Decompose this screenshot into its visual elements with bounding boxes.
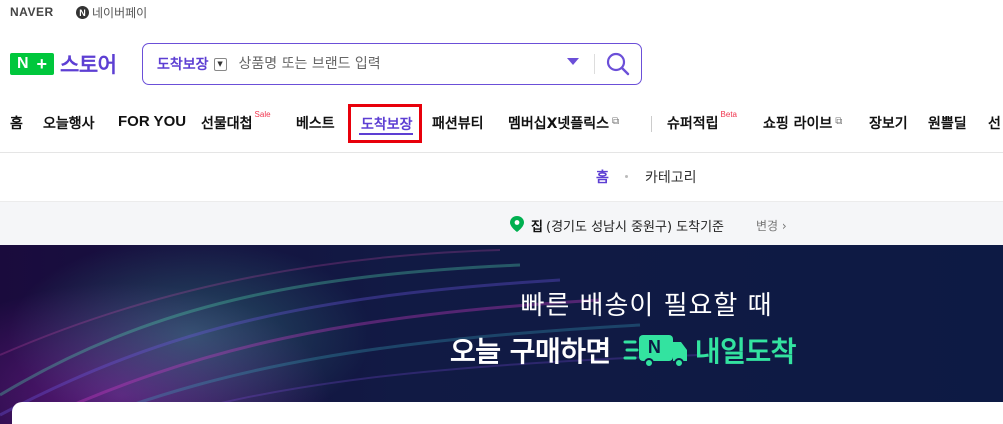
nav-label-active: 도착보장 — [361, 117, 413, 133]
content-card-top — [12, 402, 1003, 424]
nav-label: 장보기 — [869, 116, 908, 132]
delivery-location-bar: 집 (경기도 성남시 중원구) 도착기준 변경 › — [0, 201, 1003, 245]
naver-pay-icon: N — [76, 6, 89, 19]
search-input[interactable] — [238, 56, 539, 72]
search-category-label: 도착보장 — [157, 57, 209, 73]
nav-item-one-plus-deal[interactable]: 원쁠딜 — [928, 113, 967, 133]
location-pin-icon — [510, 216, 524, 232]
location-change-button[interactable]: 변경 › — [756, 217, 787, 234]
top-bar: NAVER N 네이버페이 — [0, 0, 1003, 26]
banner-headline: 빠른 배송이 필요할 때 — [520, 291, 773, 321]
nav-label: 원쁠딜 — [928, 116, 967, 132]
active-underline — [359, 133, 413, 135]
nav-item-membership-netflix[interactable]: 멤버십X넷플릭스 ⧉ — [508, 113, 619, 133]
banner-highlight: 내일도착 — [694, 335, 797, 368]
nav-item-best[interactable]: 베스트 — [296, 113, 335, 133]
location-label: 집 — [531, 220, 543, 235]
nav-item-for-you[interactable]: FOR YOU — [118, 113, 186, 130]
nav-label: 슈퍼적립 — [667, 116, 719, 132]
nav-item-gift[interactable]: 선물대첩 Sale — [201, 110, 271, 133]
truck-letter: N — [647, 337, 661, 357]
nav-label: 선물대첩 — [201, 116, 253, 132]
category-caret-icon: ▼ — [213, 57, 227, 71]
store-logo[interactable]: N + 스토어 — [10, 52, 117, 77]
nav-item-fashion-beauty[interactable]: 패션뷰티 — [432, 113, 484, 133]
dropdown-caret-icon[interactable] — [567, 58, 579, 65]
sub-nav: 홈 카테고리 — [0, 153, 1003, 201]
change-label: 변경 — [756, 219, 779, 233]
nav-label: 오늘행사 — [43, 116, 95, 132]
search-button[interactable] — [605, 51, 631, 77]
nav-item-arrival-guarantee[interactable]: 도착보장 — [348, 104, 422, 143]
search-icon — [606, 52, 630, 76]
n-plus-badge: N + — [10, 53, 54, 75]
subnav-category-tab[interactable]: 카테고리 — [645, 167, 697, 187]
nav-item-groceries[interactable]: 장보기 — [869, 113, 908, 133]
badge-plus: + — [36, 54, 47, 74]
nav-item-home[interactable]: 홈 — [10, 113, 23, 133]
naver-pay-link[interactable]: N 네이버페이 — [76, 4, 147, 21]
naver-logo[interactable]: NAVER — [10, 5, 54, 19]
naver-pay-label: 네이버페이 — [92, 6, 148, 20]
nav-divider — [651, 116, 652, 132]
main-nav: 홈 오늘행사 FOR YOU 선물대첩 Sale 베스트 도착보장 패션뷰티 멤버… — [0, 104, 1003, 144]
nav-label: FOR YOU — [118, 113, 187, 130]
nav-label: 멤버십X넷플릭스 — [508, 116, 609, 132]
banner-prefix: 오늘 구매하면 — [450, 335, 611, 368]
banner-subheadline: 오늘 구매하면 N 내일도착 — [450, 330, 796, 370]
nav-label: 베스트 — [296, 116, 335, 132]
external-link-icon: ⧉ — [611, 116, 620, 127]
nav-label: 쇼핑 라이브 — [763, 116, 833, 132]
badge-n: N — [16, 55, 29, 72]
sale-badge: Sale — [254, 110, 271, 119]
beta-badge: Beta — [720, 110, 737, 119]
nav-label: 선 — [988, 116, 1001, 132]
nav-label: 홈 — [10, 116, 23, 132]
external-link-icon: ⧉ — [835, 116, 843, 127]
nav-item-shopping-live[interactable]: 쇼핑 라이브 ⧉ — [763, 113, 842, 133]
store-logo-text: 스토어 — [60, 53, 117, 77]
nav-item-truncated[interactable]: 선 — [988, 113, 1001, 133]
search-category-select[interactable]: 도착보장 ▼ — [157, 54, 227, 74]
promo-banner[interactable]: 빠른 배송이 필요할 때 오늘 구매하면 N 내일도착 — [0, 245, 1003, 424]
delivery-truck-icon: N — [623, 332, 689, 368]
nav-label: 패션뷰티 — [432, 116, 484, 132]
search-divider — [594, 54, 595, 74]
nav-item-today-event[interactable]: 오늘행사 — [43, 113, 95, 133]
subnav-dot — [625, 175, 628, 178]
chevron-right-icon: › — [781, 219, 787, 233]
search-box: 도착보장 ▼ — [142, 43, 642, 85]
subnav-home-tab[interactable]: 홈 — [596, 167, 609, 187]
location-address: (경기도 성남시 중원구) 도착기준 — [546, 220, 725, 235]
nav-item-super-reward[interactable]: 슈퍼적립 Beta — [667, 110, 737, 133]
